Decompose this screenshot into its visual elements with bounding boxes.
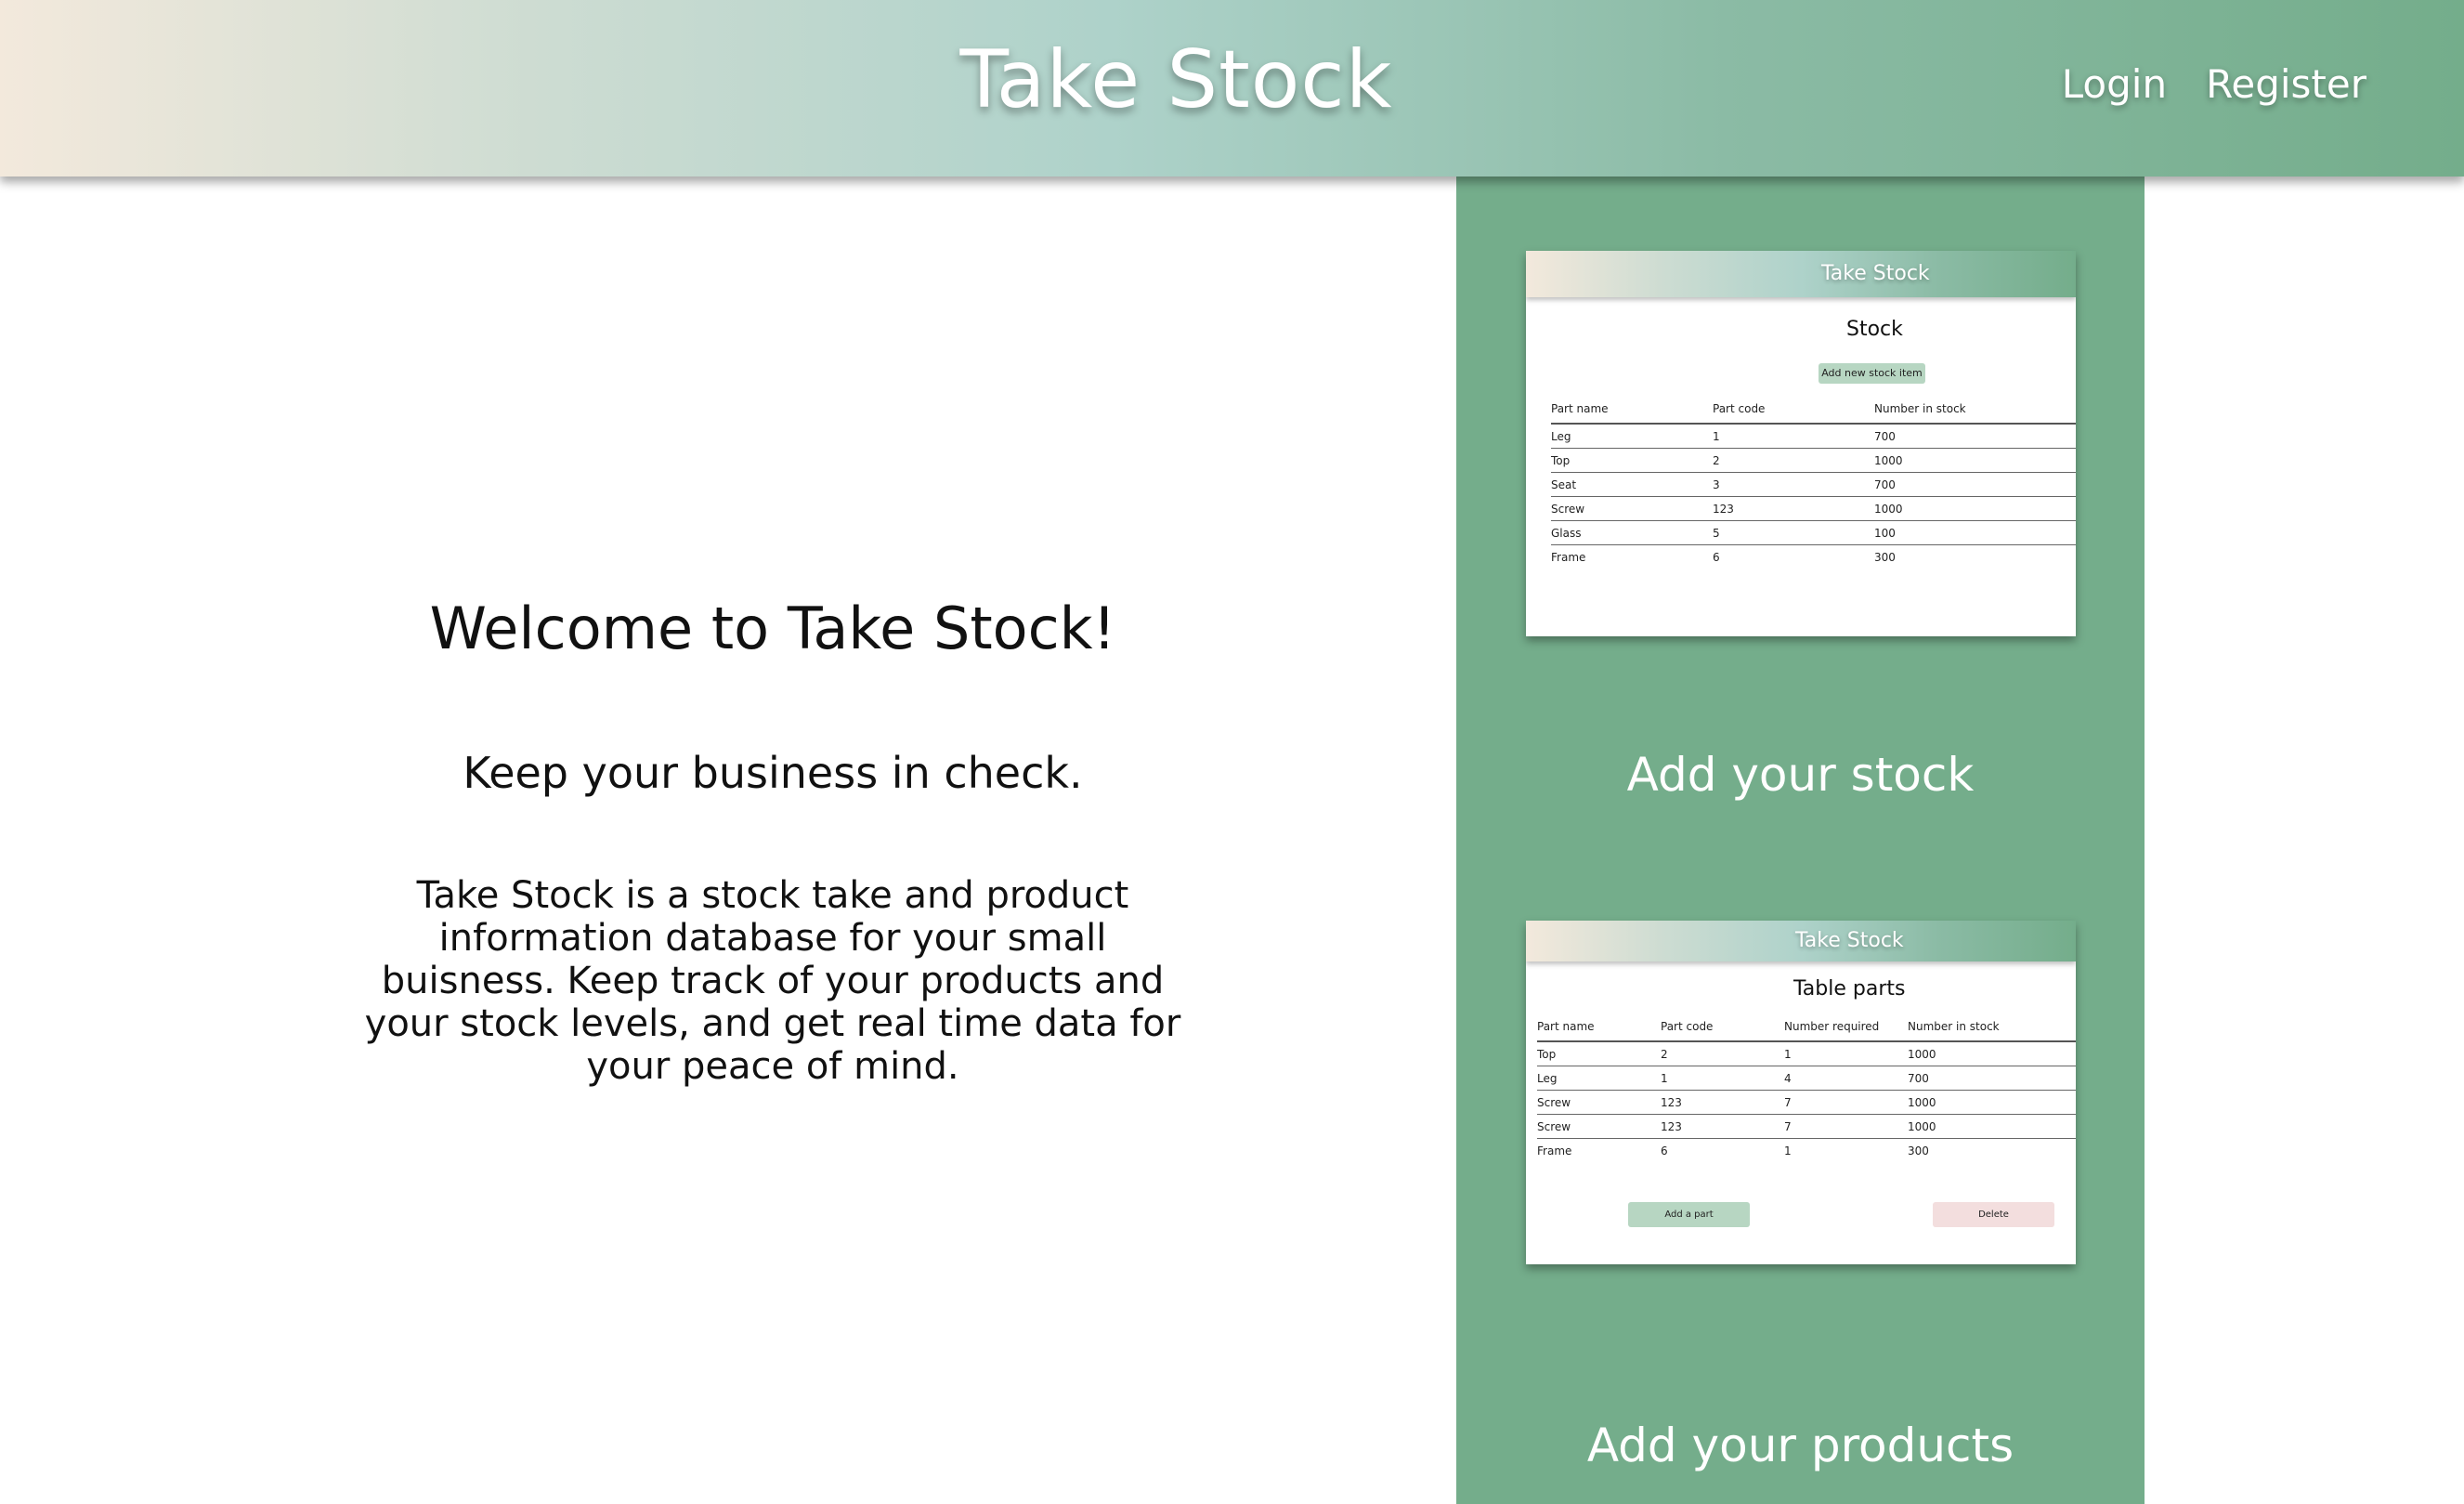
column-header: Number required — [1784, 1020, 1880, 1033]
table-row: Leg 1 4 700 — [1537, 1066, 2076, 1091]
auth-nav: Login Register — [2062, 61, 2366, 107]
stock-table-header: Part name Part code Number in stock — [1551, 395, 2076, 424]
cell-part-name: Glass — [1551, 520, 1713, 545]
description: Take Stock is a stock take and product i… — [364, 874, 1181, 1088]
table-row: Seat 3 700 — [1551, 472, 2076, 497]
column-header: Number in stock — [1874, 402, 1966, 415]
cell-number-required: 7 — [1784, 1090, 1908, 1115]
add-stock-caption: Add your stock — [1626, 748, 1975, 802]
stock-preview: Take Stock Stock Add new stock item Part… — [1526, 251, 2076, 636]
products-table-header: Part name Part code Number required Numb… — [1537, 1013, 2076, 1041]
cell-part-code: 123 — [1713, 496, 1874, 521]
cell-number-in-stock: 1000 — [1908, 1114, 2076, 1139]
cell-number-in-stock: 1000 — [1874, 448, 2076, 473]
column-header: Part name — [1537, 1020, 1595, 1033]
table-row: Leg 1 700 — [1551, 424, 2076, 449]
preview-brand: Take Stock — [1821, 262, 1930, 285]
add-stock-item-button[interactable]: Add new stock item — [1819, 363, 1925, 384]
table-row: Frame 6 1 300 — [1537, 1139, 2076, 1163]
table-row: Frame 6 300 — [1551, 545, 2076, 569]
preview-brand: Take Stock — [1795, 929, 1904, 952]
table-row: Screw 123 7 1000 — [1537, 1114, 2076, 1139]
cell-part-code: 2 — [1661, 1041, 1784, 1066]
tagline: Keep your business in check. — [463, 748, 1083, 798]
cell-number-in-stock: 1000 — [1908, 1090, 2076, 1115]
add-part-button[interactable]: Add a part — [1628, 1202, 1750, 1227]
preview-header: Take Stock — [1526, 251, 2076, 297]
table-row: Screw 123 1000 — [1551, 496, 2076, 521]
cell-part-code: 1 — [1661, 1066, 1784, 1091]
cell-number-in-stock: 700 — [1874, 472, 2076, 497]
site-title-text: Take Stock — [959, 33, 1393, 126]
cell-number-in-stock: 300 — [1908, 1144, 1929, 1157]
cell-number-in-stock: 300 — [1874, 550, 1896, 564]
cell-number-in-stock: 700 — [1874, 424, 2076, 449]
cell-part-name: Leg — [1551, 424, 1713, 449]
cell-part-code: 123 — [1661, 1090, 1784, 1115]
cell-part-code: 3 — [1713, 472, 1874, 497]
column-header: Part code — [1713, 402, 1766, 415]
top-navbar: Take Stock Login Register — [0, 0, 2464, 177]
cell-number-in-stock: 700 — [1908, 1066, 2076, 1091]
cell-part-name: Seat — [1551, 472, 1713, 497]
cell-part-code: 6 — [1713, 550, 1720, 564]
intro-section: Welcome to Take Stock! Keep your busines… — [362, 595, 1183, 1088]
welcome-heading: Welcome to Take Stock! — [429, 595, 1116, 662]
cell-number-in-stock: 1000 — [1908, 1041, 2076, 1066]
feature-panel: Take Stock Stock Add new stock item Part… — [1456, 177, 2145, 1504]
cell-part-name: Frame — [1551, 550, 1586, 564]
cell-number-required: 4 — [1784, 1066, 1908, 1091]
preview-title: Table parts — [1793, 977, 1906, 1000]
cell-part-name: Leg — [1537, 1066, 1661, 1091]
cell-part-code: 1 — [1713, 424, 1874, 449]
table-row: Screw 123 7 1000 — [1537, 1090, 2076, 1115]
cell-number-required: 1 — [1784, 1041, 1908, 1066]
products-table: Part name Part code Number required Numb… — [1537, 1013, 2076, 1162]
cell-number-required: 7 — [1784, 1114, 1908, 1139]
cell-part-name: Screw — [1537, 1090, 1661, 1115]
products-preview: Take Stock Table parts Part name Part co… — [1526, 921, 2076, 1264]
table-row: Top 2 1000 — [1551, 448, 2076, 473]
cell-number-required: 1 — [1784, 1144, 1792, 1157]
cell-part-name: Top — [1551, 448, 1713, 473]
add-products-caption: Add your products — [1586, 1419, 2014, 1472]
preview-title: Stock — [1846, 318, 1903, 341]
cell-part-code: 2 — [1713, 448, 1874, 473]
register-link[interactable]: Register — [2206, 61, 2366, 107]
cell-part-name: Screw — [1551, 496, 1713, 521]
column-header: Part code — [1661, 1020, 1714, 1033]
preview-header: Take Stock — [1526, 921, 2076, 961]
column-header: Part name — [1551, 402, 1609, 415]
delete-button[interactable]: Delete — [1933, 1202, 2054, 1227]
cell-part-name: Screw — [1537, 1114, 1661, 1139]
cell-part-code: 123 — [1661, 1114, 1784, 1139]
stock-table: Part name Part code Number in stock Leg … — [1551, 395, 2076, 569]
table-row: Glass 5 100 — [1551, 520, 2076, 545]
cell-number-in-stock: 100 — [1874, 520, 2076, 545]
login-link[interactable]: Login — [2062, 61, 2167, 107]
cell-number-in-stock: 1000 — [1874, 496, 2076, 521]
cell-part-name: Frame — [1537, 1144, 1572, 1157]
cell-part-code: 5 — [1713, 520, 1874, 545]
column-header: Number in stock — [1908, 1020, 2000, 1033]
cell-part-name: Top — [1537, 1041, 1661, 1066]
cell-part-code: 6 — [1661, 1144, 1668, 1157]
table-row: Top 2 1 1000 — [1537, 1041, 2076, 1066]
